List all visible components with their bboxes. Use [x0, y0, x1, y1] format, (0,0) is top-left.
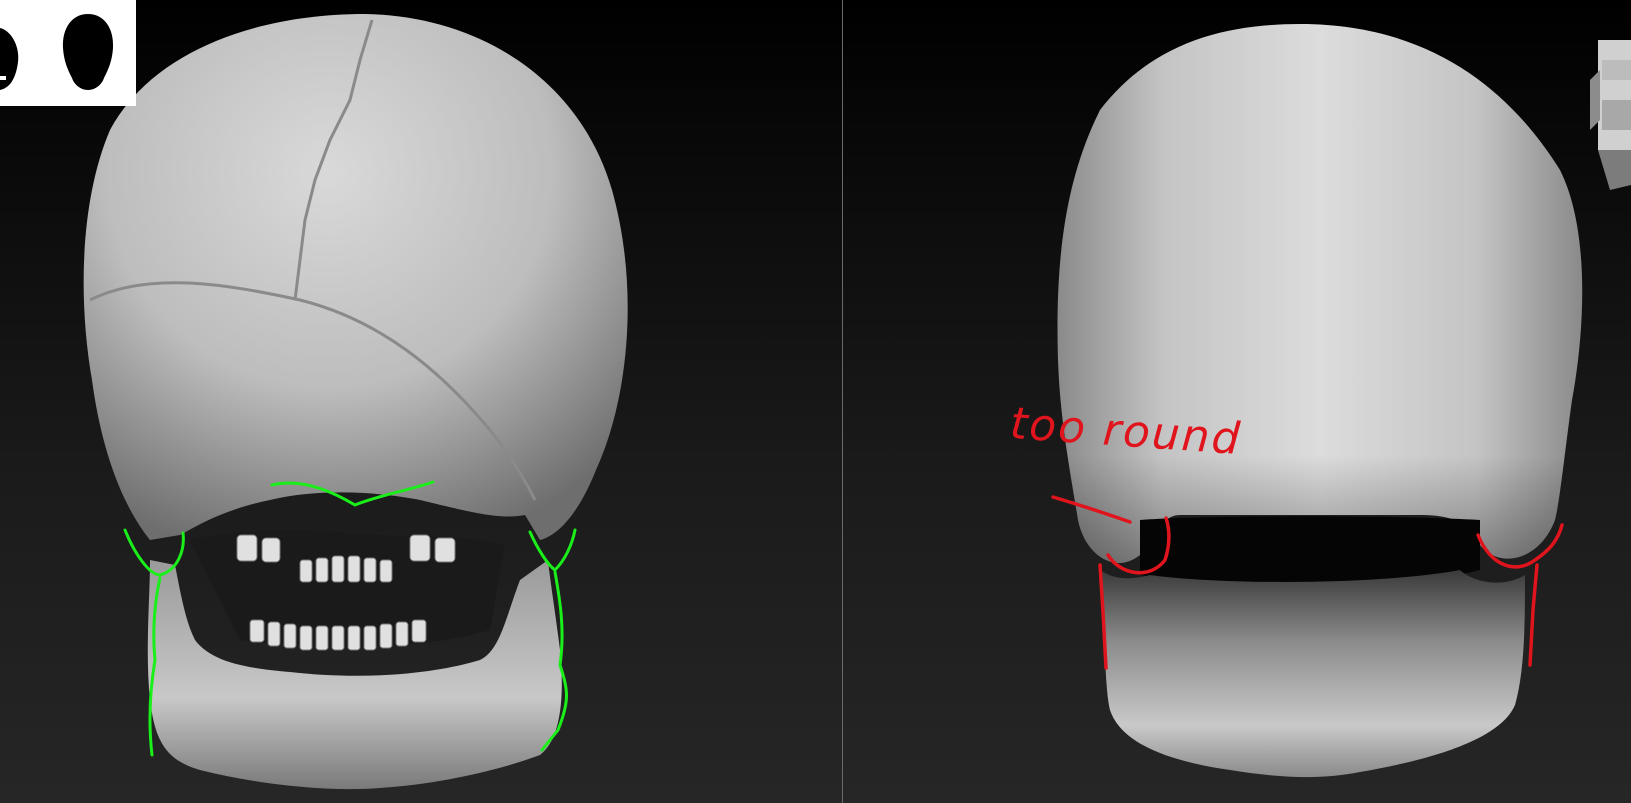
- reference-viewport[interactable]: [0, 0, 842, 803]
- reference-skull: [83, 14, 628, 790]
- reference-thumbnail[interactable]: [0, 0, 136, 106]
- cranium-shape: [83, 14, 628, 540]
- sculpt-skull: [1051, 24, 1583, 778]
- head-silhouette-icon: [0, 14, 114, 90]
- navigation-cube-icon[interactable]: [1590, 40, 1631, 190]
- mandible-shape: [1100, 570, 1525, 778]
- sculpt-viewport[interactable]: [843, 0, 1631, 803]
